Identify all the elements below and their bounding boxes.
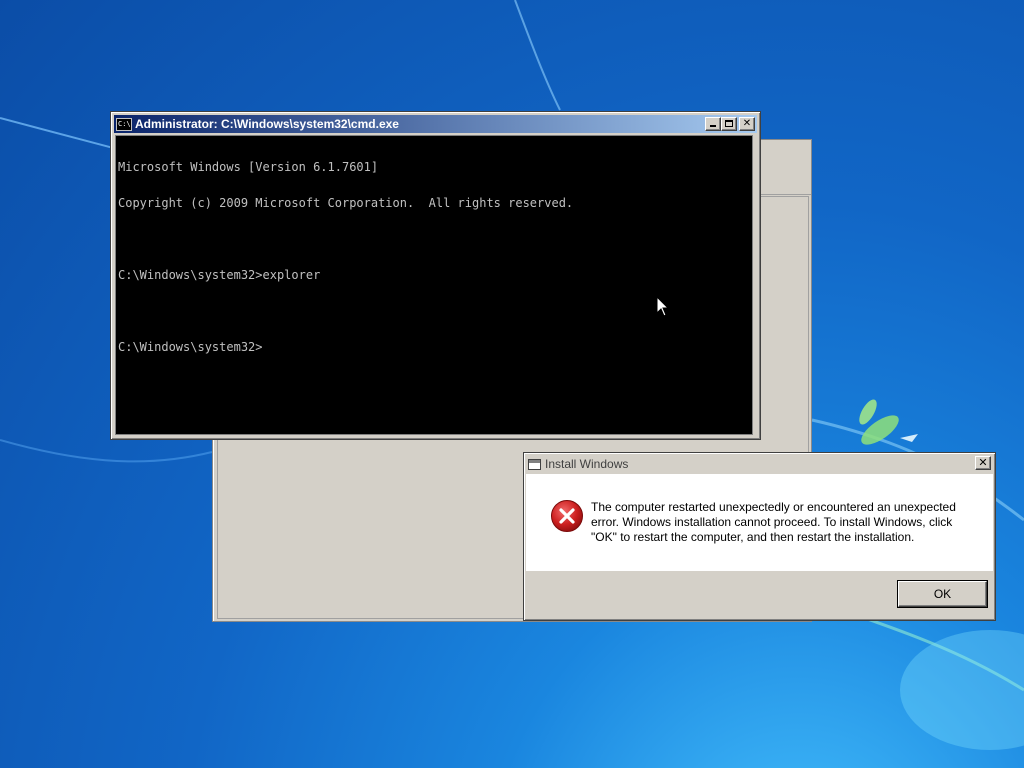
cmd-window-title: Administrator: C:\Windows\system32\cmd.e… — [135, 117, 399, 131]
dialog-titlebar[interactable]: Install Windows ✕ — [526, 455, 993, 473]
mouse-cursor-icon — [656, 296, 670, 317]
close-button[interactable]: ✕ — [739, 117, 755, 131]
ok-button[interactable]: OK — [898, 581, 987, 607]
desktop: C:\ Administrator: C:\Windows\system32\c… — [0, 0, 1024, 768]
minimize-icon — [710, 125, 716, 127]
console-line-copyright: Copyright (c) 2009 Microsoft Corporation… — [118, 196, 574, 210]
error-icon — [551, 500, 583, 532]
cmd-window[interactable]: C:\ Administrator: C:\Windows\system32\c… — [110, 111, 761, 440]
dialog-body: The computer restarted unexpectedly or e… — [526, 474, 993, 571]
window-icon — [528, 458, 541, 470]
maximize-icon — [725, 120, 733, 127]
dialog-title: Install Windows — [545, 457, 629, 471]
dialog-close-button[interactable]: ✕ — [975, 456, 991, 470]
minimize-button[interactable] — [705, 117, 721, 131]
maximize-button[interactable] — [721, 117, 737, 131]
cmd-icon[interactable]: C:\ — [116, 117, 132, 131]
cmd-console[interactable]: Microsoft Windows [Version 6.1.7601] Cop… — [115, 135, 753, 435]
cmd-title-buttons: ✕ — [705, 117, 755, 131]
console-line-explorer-command: C:\Windows\system32>explorer — [118, 268, 321, 282]
install-windows-dialog[interactable]: Install Windows ✕ The computer restarted… — [523, 452, 996, 621]
dialog-message: The computer restarted unexpectedly or e… — [591, 500, 956, 544]
console-prompt[interactable]: C:\Windows\system32> — [118, 341, 750, 353]
cmd-titlebar[interactable]: C:\ Administrator: C:\Windows\system32\c… — [114, 115, 757, 133]
console-line-version: Microsoft Windows [Version 6.1.7601] — [118, 160, 379, 174]
